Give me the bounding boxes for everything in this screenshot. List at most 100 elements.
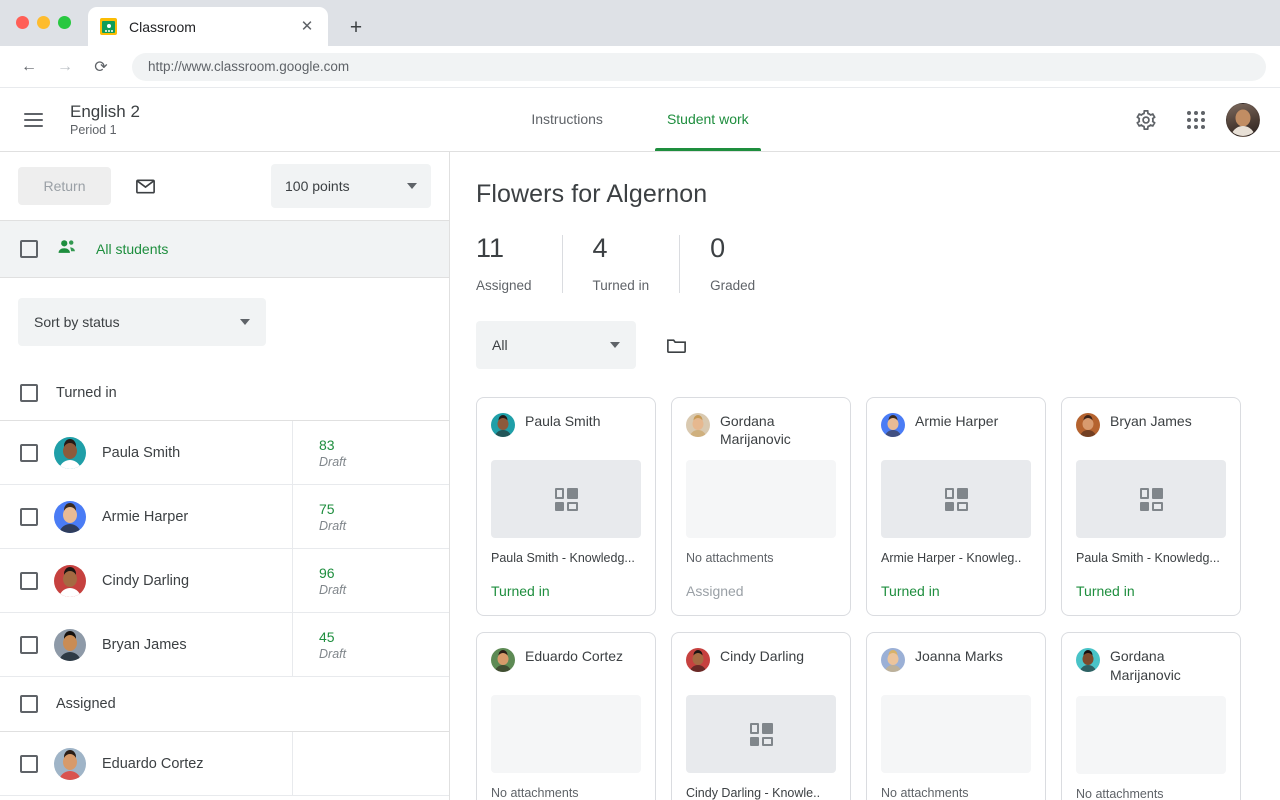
group-checkbox[interactable] <box>20 384 38 402</box>
student-grade-cell[interactable]: 75Draft <box>293 501 346 533</box>
broken-image-icon <box>1140 488 1163 511</box>
student-work-card[interactable]: Joanna MarksNo attachments <box>866 632 1046 800</box>
card-header: Gordana Marijanovic <box>1076 647 1226 683</box>
browser-chrome: Classroom ✕ + <box>0 0 1280 46</box>
student-grade-cell[interactable]: 83Draft <box>293 437 346 469</box>
avatar <box>54 565 86 597</box>
status-filter-value: All <box>492 337 508 353</box>
group-checkbox[interactable] <box>20 695 38 713</box>
student-row[interactable]: Armie Harper75Draft <box>0 485 449 549</box>
student-identity: Cindy Darling <box>0 549 293 612</box>
attachment-thumbnail[interactable] <box>1076 460 1226 538</box>
sort-select-value: Sort by status <box>34 314 120 330</box>
attachment-thumbnail[interactable] <box>686 460 836 538</box>
attachment-thumbnail[interactable] <box>686 695 836 773</box>
sort-select[interactable]: Sort by status <box>18 298 266 346</box>
status-filter-select[interactable]: All <box>476 321 636 369</box>
maximize-window-button[interactable] <box>58 16 71 29</box>
all-students-checkbox[interactable] <box>20 240 38 258</box>
student-work-card[interactable]: Cindy DarlingCindy Darling - Knowle.. <box>671 632 851 800</box>
student-work-card[interactable]: Gordana MarijanovicNo attachmentsAssigne… <box>671 397 851 616</box>
student-row[interactable]: Bryan James 45 Draft <box>0 613 449 677</box>
attachment-thumbnail[interactable] <box>881 695 1031 773</box>
header-actions <box>1126 88 1260 151</box>
student-checkbox[interactable] <box>20 508 38 526</box>
forward-icon[interactable]: → <box>50 52 80 82</box>
course-info: English 2 Period 1 <box>70 101 140 139</box>
reload-icon[interactable]: ⟳ <box>86 52 116 82</box>
card-status: Assigned <box>686 583 836 599</box>
chevron-down-icon <box>407 183 417 189</box>
student-checkbox[interactable] <box>20 636 38 654</box>
course-period: Period 1 <box>70 123 140 139</box>
avatar <box>54 748 86 780</box>
group-header-turned-in[interactable]: Turned in <box>0 366 449 421</box>
student-checkbox[interactable] <box>20 572 38 590</box>
grade-value: 45 <box>319 629 346 645</box>
tab-instructions[interactable]: Instructions <box>519 87 615 151</box>
minimize-window-button[interactable] <box>37 16 50 29</box>
card-student-name: Armie Harper <box>915 412 998 430</box>
page-title: Flowers for Algernon <box>476 180 1280 209</box>
attachment-thumbnail[interactable] <box>491 460 641 538</box>
grading-toolbar: Return 100 points <box>0 152 449 220</box>
menu-icon[interactable] <box>24 108 48 132</box>
card-header: Cindy Darling <box>686 647 836 683</box>
address-bar[interactable]: http://www.classroom.google.com <box>132 53 1266 81</box>
grade-value: 75 <box>319 501 346 517</box>
envelope-icon[interactable] <box>125 166 165 206</box>
browser-tab-title: Classroom <box>129 19 298 35</box>
student-grade-cell[interactable]: 45 Draft <box>293 629 346 661</box>
avatar[interactable] <box>1226 103 1260 137</box>
student-identity: Bryan James <box>0 613 293 676</box>
student-work-card[interactable]: Bryan JamesPaula Smith - Knowledg...Turn… <box>1061 397 1241 616</box>
student-groups: Turned inPaula Smith83DraftArmie Harper7… <box>0 366 449 796</box>
stat-label: Turned in <box>593 278 650 293</box>
student-row[interactable]: Paula Smith83Draft <box>0 421 449 485</box>
student-identity: Armie Harper <box>0 485 293 548</box>
attachment-thumbnail[interactable] <box>1076 696 1226 774</box>
card-status: Turned in <box>491 583 641 599</box>
avatar <box>686 648 710 672</box>
student-checkbox[interactable] <box>20 444 38 462</box>
grade-value: 83 <box>319 437 346 453</box>
student-identity: Eduardo Cortez <box>0 732 293 795</box>
student-work-card[interactable]: Gordana MarijanovicNo attachments <box>1061 632 1241 800</box>
filter-row: All <box>476 321 1280 369</box>
group-label: Assigned <box>56 696 116 712</box>
tab-student-work[interactable]: Student work <box>655 87 761 151</box>
student-row[interactable]: Cindy Darling96Draft <box>0 549 449 613</box>
points-select[interactable]: 100 points <box>271 164 431 208</box>
assignment-stats: 11Assigned4Turned in0Graded <box>476 235 1280 293</box>
close-tab-icon[interactable]: ✕ <box>298 18 316 36</box>
close-window-button[interactable] <box>16 16 29 29</box>
student-work-card[interactable]: Armie HarperArmie Harper - Knowleg..Turn… <box>866 397 1046 616</box>
card-file-name: No attachments <box>686 551 836 565</box>
card-student-name: Eduardo Cortez <box>525 647 623 665</box>
attachment-thumbnail[interactable] <box>881 460 1031 538</box>
student-grade-cell[interactable]: 96Draft <box>293 565 346 597</box>
browser-tab[interactable]: Classroom ✕ <box>88 7 328 46</box>
page-body: Return 100 points <box>0 152 1280 800</box>
new-tab-button[interactable]: + <box>342 13 370 41</box>
avatar <box>54 501 86 533</box>
group-header-assigned[interactable]: Assigned <box>0 677 449 732</box>
browser-toolbar: ← → ⟳ http://www.classroom.google.com <box>0 46 1280 88</box>
stat-label: Graded <box>710 278 755 293</box>
all-students-row[interactable]: All students <box>0 220 449 278</box>
student-work-card[interactable]: Paula SmithPaula Smith - Knowledg...Turn… <box>476 397 656 616</box>
back-icon[interactable]: ← <box>14 52 44 82</box>
attachment-thumbnail[interactable] <box>491 695 641 773</box>
student-identity: Paula Smith <box>0 421 293 484</box>
grade-state: Draft <box>319 647 346 661</box>
avatar <box>881 648 905 672</box>
gear-icon[interactable] <box>1126 100 1166 140</box>
student-row[interactable]: Eduardo Cortez <box>0 732 449 796</box>
apps-grid-icon[interactable] <box>1176 100 1216 140</box>
student-checkbox[interactable] <box>20 755 38 773</box>
folder-icon[interactable] <box>656 325 696 365</box>
card-student-name: Joanna Marks <box>915 647 1003 665</box>
return-button[interactable]: Return <box>18 167 111 205</box>
chevron-down-icon <box>240 319 250 325</box>
student-work-card[interactable]: Eduardo CortezNo attachments <box>476 632 656 800</box>
